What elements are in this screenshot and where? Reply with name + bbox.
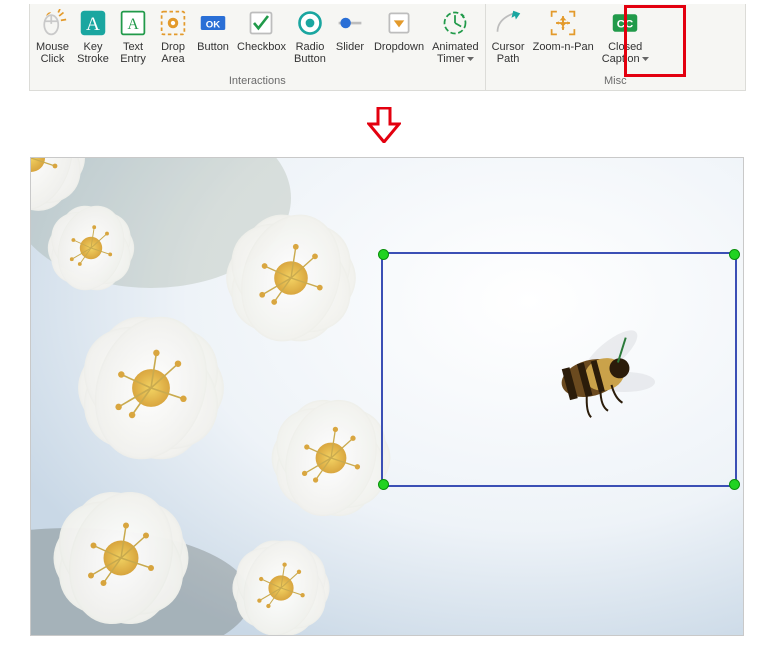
- drop-area-icon: [157, 7, 189, 39]
- label: Mouse Click: [36, 41, 69, 65]
- ribbon-toolbar: Mouse Click A Key Stroke A Text Entry Dr…: [29, 4, 746, 91]
- label: Button: [197, 41, 229, 53]
- label: Slider: [336, 41, 364, 53]
- animated-timer-icon: [439, 7, 471, 39]
- group-items: Mouse Click A Key Stroke A Text Entry Dr…: [30, 4, 485, 75]
- button-icon: OK: [197, 7, 229, 39]
- svg-text:A: A: [86, 14, 100, 35]
- key-stroke-button[interactable]: A Key Stroke: [75, 7, 111, 75]
- closed-caption-icon: CC: [609, 7, 641, 39]
- label: Closed Caption: [602, 41, 649, 65]
- checkbox-button[interactable]: Checkbox: [235, 7, 288, 75]
- label: Zoom-n-Pan: [533, 41, 594, 53]
- mouse-click-icon: [37, 7, 69, 39]
- radio-button-icon: [294, 7, 326, 39]
- drop-area-button[interactable]: Drop Area: [155, 7, 191, 75]
- slider-button[interactable]: Slider: [332, 7, 368, 75]
- svg-text:CC: CC: [617, 18, 633, 30]
- editor-canvas[interactable]: [30, 157, 744, 636]
- closed-caption-button[interactable]: CC Closed Caption: [600, 7, 651, 75]
- label-text: Closed Caption: [602, 41, 643, 65]
- ribbon-group-interactions: Mouse Click A Key Stroke A Text Entry Dr…: [30, 4, 486, 90]
- svg-text:OK: OK: [206, 19, 220, 30]
- cursor-path-icon: [492, 7, 524, 39]
- group-label: Interactions: [30, 75, 485, 90]
- label: Cursor Path: [492, 41, 525, 65]
- label: Radio Button: [294, 41, 326, 65]
- dropdown-button[interactable]: Dropdown: [372, 7, 426, 75]
- chevron-down-icon: [467, 53, 474, 65]
- radio-button-button[interactable]: Radio Button: [292, 7, 328, 75]
- resize-handle-bl[interactable]: [378, 479, 389, 490]
- resize-handle-tl[interactable]: [378, 249, 389, 260]
- group-items: Cursor Path Zoom-n-Pan CC Closed Caption: [486, 4, 745, 75]
- label: Drop Area: [161, 41, 185, 65]
- key-stroke-icon: A: [77, 7, 109, 39]
- checkbox-icon: [245, 7, 277, 39]
- text-entry-button[interactable]: A Text Entry: [115, 7, 151, 75]
- cursor-path-button[interactable]: Cursor Path: [490, 7, 527, 75]
- label: Checkbox: [237, 41, 286, 53]
- down-arrow-icon: [367, 107, 401, 143]
- resize-handle-tr[interactable]: [729, 249, 740, 260]
- mouse-click-button[interactable]: Mouse Click: [34, 7, 71, 75]
- text-entry-icon: A: [117, 7, 149, 39]
- ribbon-group-misc: Cursor Path Zoom-n-Pan CC Closed Caption…: [486, 4, 745, 90]
- slider-icon: [334, 7, 366, 39]
- label: Animated Timer: [432, 41, 478, 65]
- chevron-down-icon: [642, 53, 649, 65]
- label: Dropdown: [374, 41, 424, 53]
- group-label: Misc: [486, 75, 745, 90]
- zoom-n-pan-button[interactable]: Zoom-n-Pan: [531, 7, 596, 75]
- zoom-selection[interactable]: [381, 252, 737, 487]
- svg-text:A: A: [127, 16, 139, 33]
- label: Key Stroke: [77, 41, 109, 65]
- zoom-n-pan-icon: [547, 7, 579, 39]
- label: Text Entry: [120, 41, 146, 65]
- button-button[interactable]: OK Button: [195, 7, 231, 75]
- resize-handle-br[interactable]: [729, 479, 740, 490]
- animated-timer-button[interactable]: Animated Timer: [430, 7, 480, 75]
- dropdown-icon: [383, 7, 415, 39]
